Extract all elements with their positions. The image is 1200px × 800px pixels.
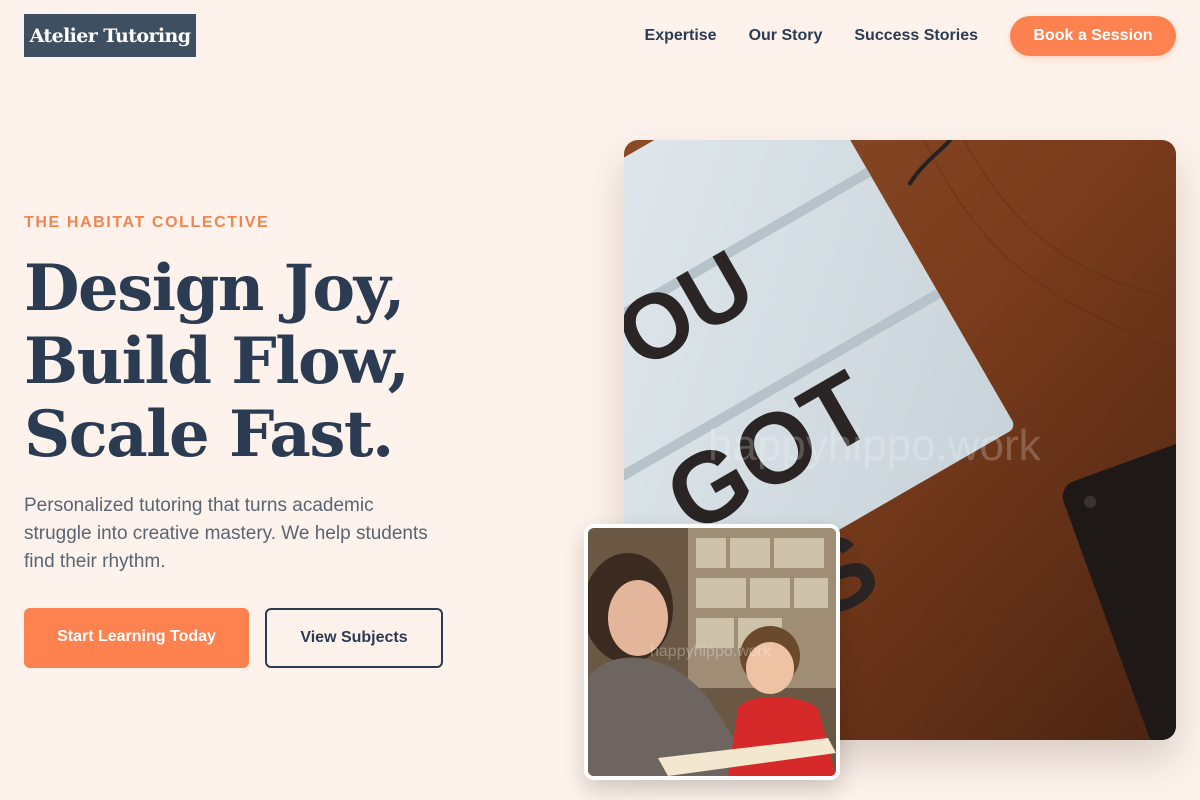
nav-link-success-stories[interactable]: Success Stories — [854, 27, 978, 45]
tutor-student-image: happyhippo.work — [584, 524, 840, 780]
hero-subtext: Personalized tutoring that turns academi… — [24, 495, 428, 572]
hero-eyebrow: THE HABITAT COLLECTIVE — [24, 214, 270, 231]
secondary-watermark: happyhippo.work — [650, 643, 772, 660]
view-subjects-button[interactable]: View Subjects — [265, 608, 443, 668]
hero-headline: Design Joy, Build Flow, Scale Fast. — [24, 252, 584, 471]
start-learning-button[interactable]: Start Learning Today — [24, 608, 249, 668]
logo[interactable]: Atelier Tutoring — [24, 14, 196, 57]
main-watermark: happyhippo.work — [708, 421, 1042, 470]
main-nav: Expertise Our Story Success Stories Book… — [645, 16, 1176, 56]
nav-link-our-story[interactable]: Our Story — [749, 27, 823, 45]
book-session-button[interactable]: Book a Session — [1010, 16, 1176, 56]
headline-line-2: Build Flow, — [24, 324, 410, 399]
headline-line-3: Scale Fast. — [24, 397, 394, 472]
headline-line-1: Design Joy, — [24, 251, 405, 326]
nav-link-expertise[interactable]: Expertise — [645, 27, 717, 45]
